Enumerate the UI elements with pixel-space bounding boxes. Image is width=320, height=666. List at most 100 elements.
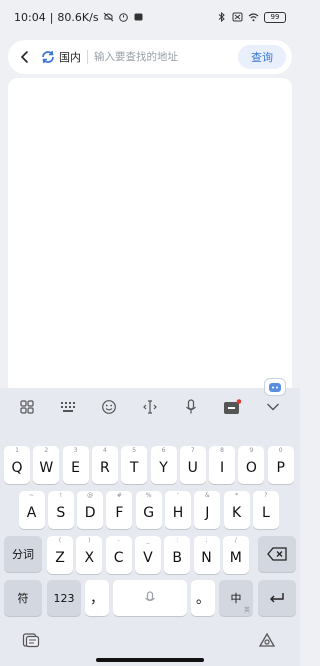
microphone-icon[interactable] xyxy=(180,396,202,418)
grid-icon[interactable] xyxy=(16,396,38,418)
enter-icon xyxy=(270,593,284,603)
key-label: L xyxy=(261,505,270,521)
emoji-icon[interactable] xyxy=(98,396,120,418)
key-label: U xyxy=(187,460,198,476)
notification-icon xyxy=(133,12,144,22)
space-microphone-icon xyxy=(145,591,155,602)
key-label: S xyxy=(56,505,66,521)
key-p[interactable]: 0P xyxy=(267,446,294,484)
results-area xyxy=(8,78,292,390)
key-hint: @ xyxy=(87,492,94,499)
language-label: 中 xyxy=(230,592,242,605)
number-key[interactable]: 123 xyxy=(47,580,81,616)
clipboard-icon[interactable] xyxy=(22,632,40,652)
key-label: C xyxy=(113,550,124,566)
region-switch[interactable]: 国内 xyxy=(40,49,81,65)
key-l[interactable]: ? L xyxy=(252,491,279,529)
back-arrow-icon xyxy=(20,51,28,63)
fenci-label: 分词 xyxy=(12,548,34,561)
divider xyxy=(87,50,88,64)
key-n[interactable]: ; N xyxy=(193,536,220,574)
key-hint: ~ xyxy=(28,492,35,499)
keyboard-toolbar xyxy=(0,388,300,424)
key-k[interactable]: * K xyxy=(223,491,250,529)
key-q[interactable]: 1Q xyxy=(4,446,30,484)
collapse-icon[interactable] xyxy=(262,396,284,418)
keyboard-icon[interactable] xyxy=(57,396,79,418)
assistant-icon[interactable] xyxy=(258,632,276,652)
key-s[interactable]: ! S xyxy=(47,491,74,529)
key-y[interactable]: 6Y xyxy=(150,446,177,484)
space-key[interactable] xyxy=(113,580,187,616)
key-m[interactable]: / M xyxy=(222,536,249,574)
backspace-key[interactable] xyxy=(258,536,296,572)
key-label: D xyxy=(84,505,96,521)
symbol-label: 符 xyxy=(17,592,29,605)
period-key[interactable]: 。 xyxy=(191,580,215,616)
home-indicator[interactable] xyxy=(96,658,204,662)
key-t[interactable]: 5T xyxy=(121,446,148,484)
key-x[interactable]: ) X xyxy=(76,536,103,574)
toolbox-icon[interactable] xyxy=(221,396,243,418)
wifi-icon xyxy=(248,12,259,22)
key-j[interactable]: & J xyxy=(194,491,221,529)
key-r[interactable]: 4R xyxy=(91,446,118,484)
key-hint: 4 xyxy=(102,447,107,454)
network-speed: 80.6K/s xyxy=(57,10,99,24)
key-label: Z xyxy=(55,550,65,566)
key-o[interactable]: 9O xyxy=(238,446,265,484)
fenci-key[interactable]: 分词 xyxy=(4,536,42,572)
key-w[interactable]: 2W xyxy=(33,446,60,484)
key-label: R xyxy=(100,460,110,476)
key-hint: 3 xyxy=(73,447,78,454)
key-hint: - xyxy=(117,537,120,544)
status-bar: 10:04 | 80.6K/s 99 xyxy=(0,0,300,34)
key-hint: 1 xyxy=(15,447,19,454)
key-v[interactable]: _ V xyxy=(134,536,161,574)
key-hint: # xyxy=(116,492,122,499)
key-e[interactable]: 3E xyxy=(62,446,89,484)
key-a[interactable]: ~ A xyxy=(18,491,45,529)
query-button[interactable]: 查询 xyxy=(238,45,286,69)
cursor-icon[interactable] xyxy=(139,396,161,418)
key-hint: 8 xyxy=(220,447,224,454)
key-hint: : xyxy=(176,537,179,544)
key-hint: & xyxy=(204,492,210,499)
enter-key[interactable] xyxy=(258,580,296,616)
key-hint: / xyxy=(234,537,237,544)
key-label: Y xyxy=(159,460,168,476)
address-search-input[interactable] xyxy=(94,51,238,63)
key-label: E xyxy=(71,460,81,476)
key-i[interactable]: 8I xyxy=(209,446,236,484)
key-f[interactable]: # F xyxy=(106,491,133,529)
key-label: X xyxy=(84,550,95,566)
key-h[interactable]: ' H xyxy=(165,491,191,529)
comma-key[interactable]: ， xyxy=(85,580,109,616)
key-z[interactable]: (Z xyxy=(47,536,73,574)
key-hint: _ xyxy=(146,537,150,544)
key-label: W xyxy=(39,460,54,476)
key-b[interactable]: :B xyxy=(164,536,191,574)
number-label: 123 xyxy=(53,591,75,605)
key-label: F xyxy=(115,505,124,521)
key-label: M xyxy=(229,550,242,566)
key-g[interactable]: % G xyxy=(135,491,162,529)
back-button[interactable] xyxy=(16,48,34,66)
key-label: G xyxy=(143,505,155,521)
key-hint: * xyxy=(235,492,239,499)
key-hint: 9 xyxy=(249,447,254,454)
key-hint: 0 xyxy=(278,447,283,454)
key-c[interactable]: -C xyxy=(105,536,132,574)
bluetooth-icon xyxy=(216,11,227,23)
refresh-icon xyxy=(42,50,54,64)
key-label: V xyxy=(143,550,153,566)
key-hint: % xyxy=(145,492,152,499)
key-hint: ' xyxy=(177,492,179,499)
key-u[interactable]: 7U xyxy=(179,446,206,484)
language-switch-key[interactable]: 中 英 xyxy=(219,580,253,616)
key-label: Q xyxy=(11,460,23,476)
key-d[interactable]: @ D xyxy=(77,491,104,529)
backspace-icon xyxy=(267,547,287,561)
symbol-key[interactable]: 符 xyxy=(4,580,42,616)
key-label: N xyxy=(201,550,212,566)
